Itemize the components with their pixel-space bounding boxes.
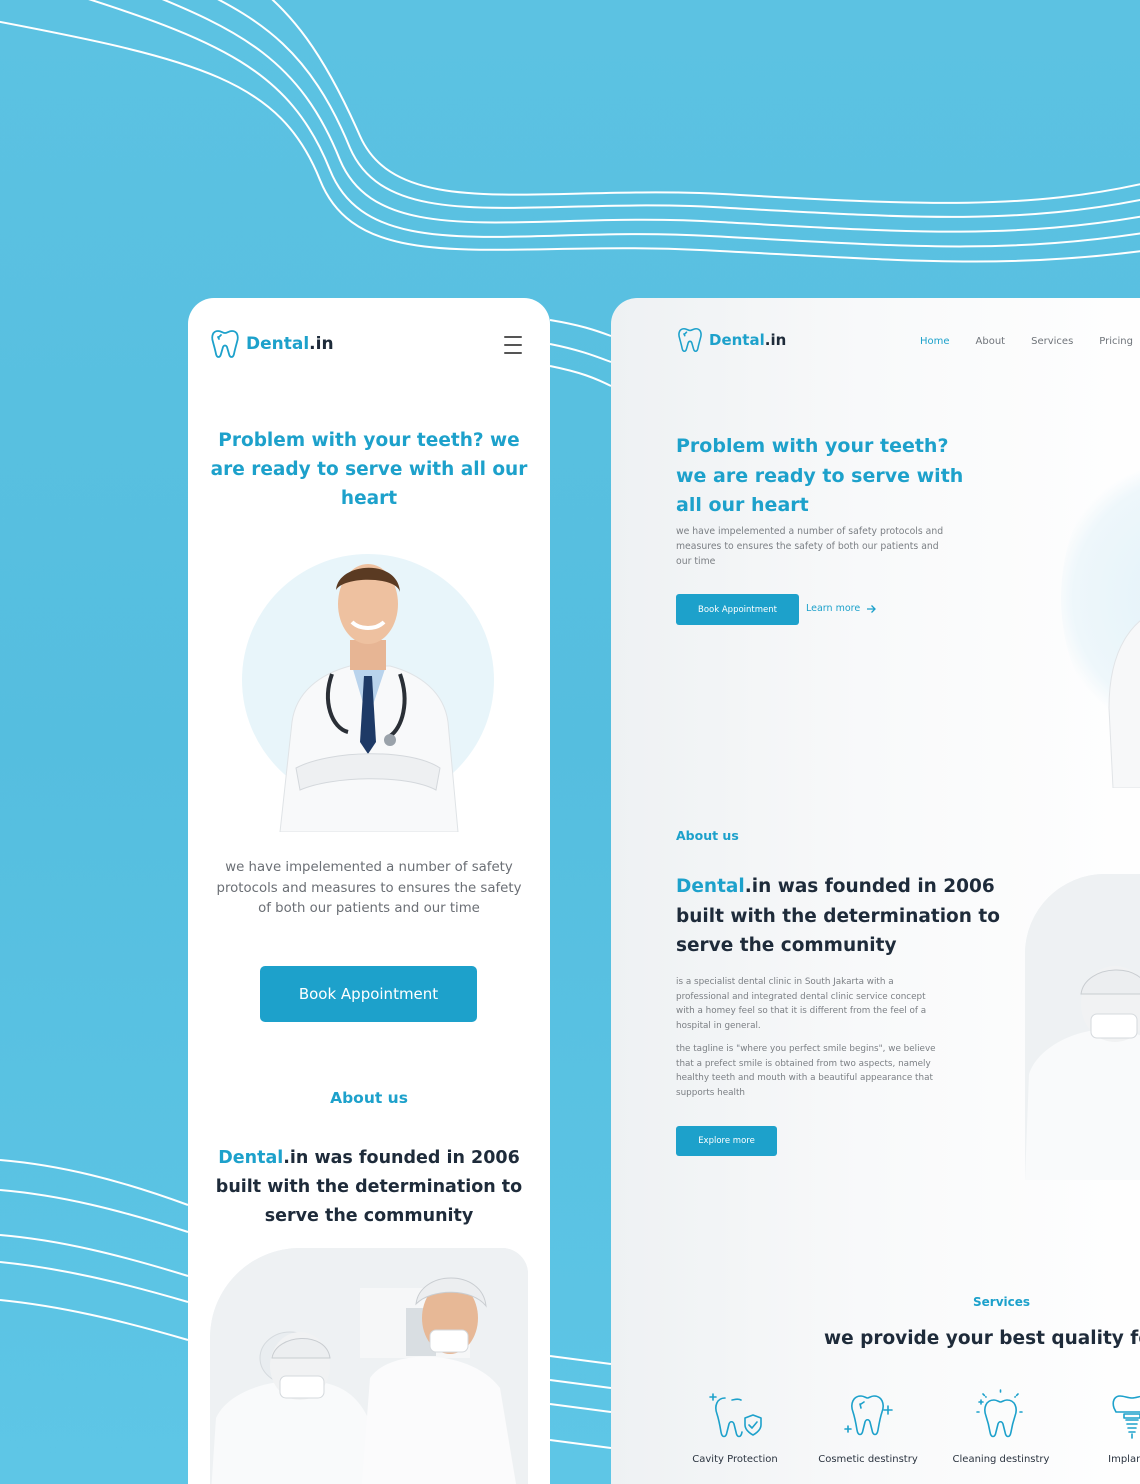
tooth-shield-icon (709, 1393, 762, 1438)
logo[interactable]: Dental.in (210, 328, 526, 360)
mobile-header: Dental.in (210, 328, 526, 364)
nav-about[interactable]: About (976, 336, 1006, 347)
service-implant[interactable]: Implant d (1067, 1388, 1140, 1465)
logo-text: Dental.in (246, 334, 334, 354)
tooth-implant-icon (1112, 1395, 1140, 1439)
hero-description: we have impelemented a number of safety … (676, 526, 944, 567)
dentists-photo (210, 1248, 528, 1484)
book-appointment-button[interactable]: Book Appointment (260, 966, 477, 1022)
arrow-right-icon (867, 604, 877, 613)
tooth-sparkle-icon (844, 1395, 893, 1436)
service-label: Implant d (1108, 1454, 1140, 1465)
nav-pricing[interactable]: Pricing (1099, 336, 1133, 347)
mobile-mockup: Dental.in Problem with your teeth? we ar… (188, 298, 550, 1484)
logo-text: Dental.in (709, 331, 787, 349)
services-title: we provide your best quality for (824, 1328, 1140, 1349)
about-paragraph-1: is a specialist dental clinic in South J… (676, 977, 927, 1031)
about-label: About us (676, 828, 739, 843)
learn-more-link[interactable]: Learn more (806, 603, 877, 614)
hero-title: Problem with your teeth? we are ready to… (676, 435, 964, 516)
about-title: Dental.in was founded in 2006 built with… (676, 876, 1000, 956)
desktop-header: Dental.in Home About Services Pricing (677, 326, 1140, 356)
nav-home[interactable]: Home (920, 336, 950, 347)
learn-more-label: Learn more (806, 603, 861, 614)
about-paragraph-2: the tagline is "where you perfect smile … (676, 1044, 936, 1098)
service-label: Cavity Protection (692, 1454, 778, 1465)
hero-description: we have impelemented a number of safety … (216, 860, 522, 916)
service-cosmetic[interactable]: Cosmetic destinstry (803, 1388, 933, 1465)
tooth-logo-icon (678, 327, 702, 353)
book-appointment-button[interactable]: Book Appointment (676, 594, 799, 625)
about-label: About us (330, 1089, 408, 1107)
service-cavity-protection[interactable]: Cavity Protection (670, 1388, 800, 1465)
about-title: Dental.in was founded in 2006 built with… (215, 1148, 523, 1226)
main-nav: Home About Services Pricing (920, 336, 1140, 347)
dentists-photo (1025, 874, 1140, 1180)
service-cleaning[interactable]: Cleaning destinstry (936, 1388, 1066, 1465)
doctor-image (242, 554, 494, 832)
hero-title: Problem with your teeth? we are ready to… (210, 430, 528, 509)
service-label: Cosmetic destinstry (818, 1454, 918, 1465)
hamburger-menu-icon[interactable] (504, 336, 522, 354)
desktop-mockup: Dental.in Home About Services Pricing Pr… (611, 298, 1140, 1484)
tooth-logo-icon (211, 330, 239, 358)
doctor-image-partial (1108, 620, 1140, 788)
explore-more-button[interactable]: Explore more (676, 1126, 777, 1156)
services-label: Services (973, 1295, 1031, 1309)
service-label: Cleaning destinstry (952, 1454, 1050, 1465)
nav-services[interactable]: Services (1031, 336, 1073, 347)
tooth-clean-icon (976, 1389, 1025, 1438)
